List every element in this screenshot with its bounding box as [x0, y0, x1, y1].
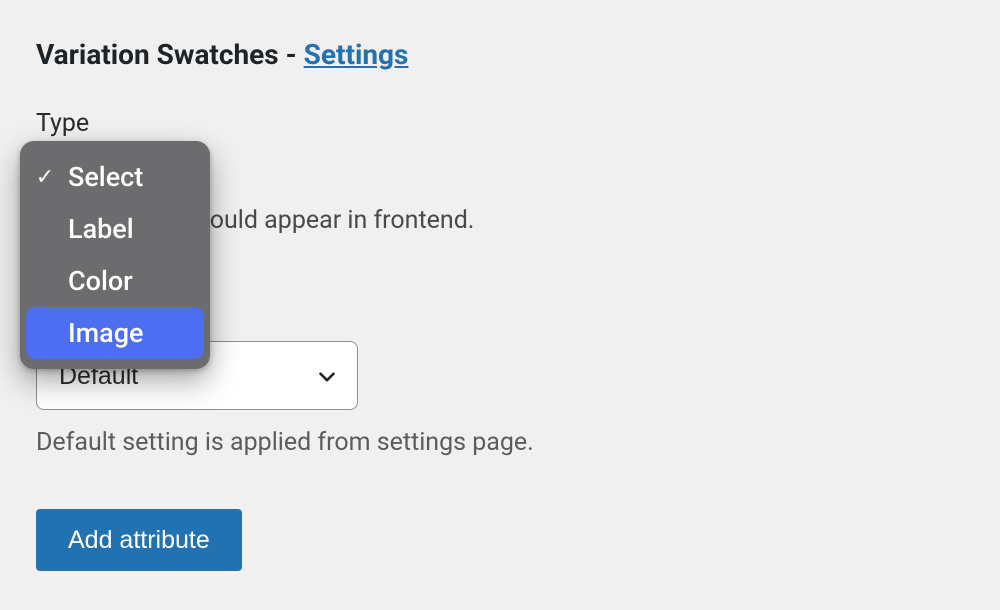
type-option-label: Color [68, 265, 133, 297]
type-select-popup[interactable]: ✓ Select Label Color Image [20, 141, 210, 369]
type-option-label[interactable]: Label [26, 203, 204, 255]
checkmark-icon: ✓ [32, 165, 58, 190]
add-attribute-button[interactable]: Add attribute [36, 509, 242, 571]
type-option-label: Image [68, 317, 144, 349]
section-title: Variation Swatches - Settings [36, 38, 964, 71]
type-option-label: Select [68, 161, 143, 193]
shape-help-text: Default setting is applied from settings… [36, 428, 964, 457]
type-option-select[interactable]: ✓ Select [26, 151, 204, 203]
type-option-color[interactable]: Color [26, 255, 204, 307]
type-label: Type [36, 109, 964, 138]
type-option-image[interactable]: Image [26, 307, 204, 359]
type-option-label: Label [68, 213, 134, 245]
section-title-prefix: Variation Swatches - [36, 38, 304, 71]
settings-link[interactable]: Settings [304, 38, 409, 71]
